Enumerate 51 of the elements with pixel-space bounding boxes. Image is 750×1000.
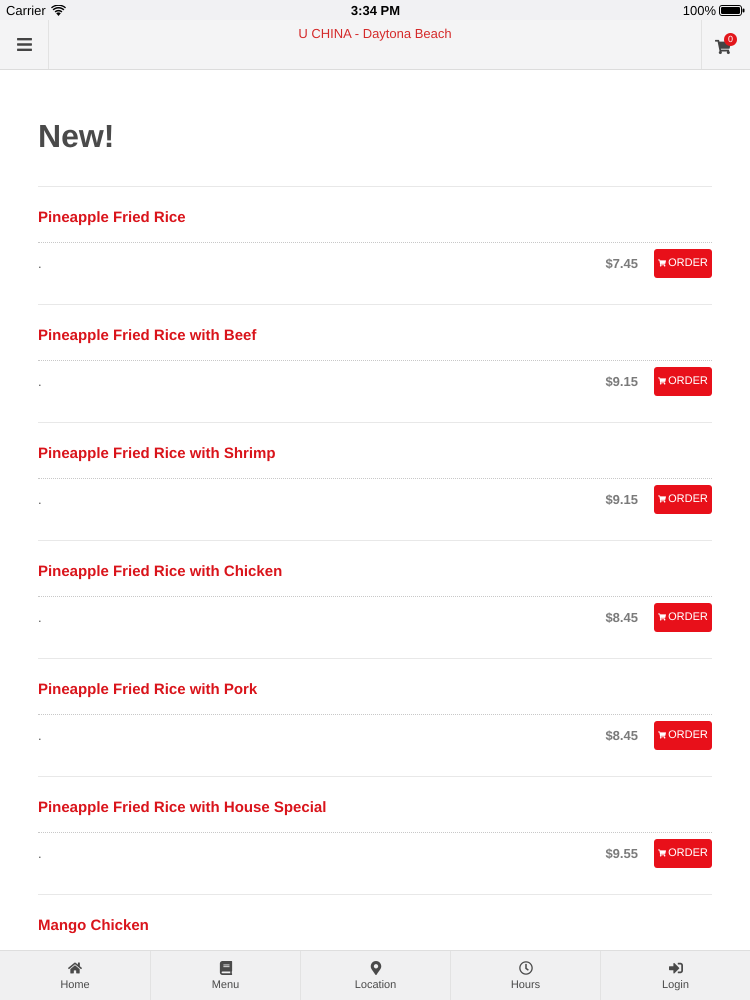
- section-title: New!: [38, 70, 712, 187]
- order-button[interactable]: ORDER: [654, 838, 712, 868]
- tab-item[interactable]: Login: [600, 951, 750, 1000]
- map-pin-icon: [368, 960, 382, 974]
- tab-item[interactable]: Home: [0, 951, 150, 1000]
- item-name[interactable]: Pineapple Fried Rice with Shrimp: [38, 444, 712, 464]
- item-name[interactable]: Mango Chicken: [38, 916, 712, 936]
- carrier-label: Carrier: [6, 2, 46, 18]
- restaurant-title: U CHINA - Daytona Beach: [298, 26, 452, 41]
- item-name[interactable]: Pineapple Fried Rice with Chicken: [38, 562, 712, 582]
- battery-icon: [719, 4, 745, 16]
- clock-icon: [518, 960, 532, 974]
- tab-item[interactable]: Location: [300, 951, 450, 1000]
- cart-icon: [658, 377, 666, 385]
- tab-item[interactable]: Hours: [450, 951, 600, 1000]
- cart-icon: [658, 849, 666, 857]
- item-name[interactable]: Pineapple Fried Rice with House Special: [38, 798, 712, 818]
- item-description: .: [38, 256, 43, 270]
- order-button[interactable]: ORDER: [654, 484, 712, 514]
- item-price: $8.45: [605, 610, 638, 624]
- cart-count-badge: 0: [724, 32, 737, 46]
- sign-in-icon: [668, 960, 682, 974]
- order-button[interactable]: ORDER: [654, 366, 712, 396]
- cart-button[interactable]: 0: [715, 32, 737, 54]
- book-icon: [218, 960, 232, 974]
- cart-icon: [658, 259, 666, 267]
- home-icon: [68, 960, 82, 974]
- item-price: $7.45: [605, 256, 638, 270]
- item-description: .: [38, 492, 43, 506]
- battery-percent: 100%: [682, 2, 716, 18]
- item-name[interactable]: Pineapple Fried Rice with Pork: [38, 680, 712, 700]
- cart-icon: [658, 495, 666, 503]
- item-price: $8.45: [605, 728, 638, 742]
- order-button[interactable]: ORDER: [654, 248, 712, 278]
- tab-item[interactable]: Menu: [150, 951, 300, 1000]
- menu-button[interactable]: [16, 36, 32, 53]
- item-description: .: [38, 610, 43, 624]
- status-time: 3:34 PM: [350, 2, 400, 18]
- order-button[interactable]: ORDER: [654, 602, 712, 632]
- order-button[interactable]: ORDER: [654, 720, 712, 750]
- item-description: .: [38, 374, 43, 388]
- item-description: .: [38, 846, 43, 860]
- item-name[interactable]: Pineapple Fried Rice with Beef: [38, 326, 712, 346]
- wifi-icon: [50, 4, 66, 16]
- item-price: $9.15: [605, 492, 638, 506]
- item-price: $9.55: [605, 846, 638, 860]
- cart-icon: [658, 613, 666, 621]
- item-price: $9.15: [605, 374, 638, 388]
- cart-icon: [658, 731, 666, 739]
- item-description: .: [38, 728, 43, 742]
- item-name[interactable]: Pineapple Fried Rice: [38, 208, 712, 228]
